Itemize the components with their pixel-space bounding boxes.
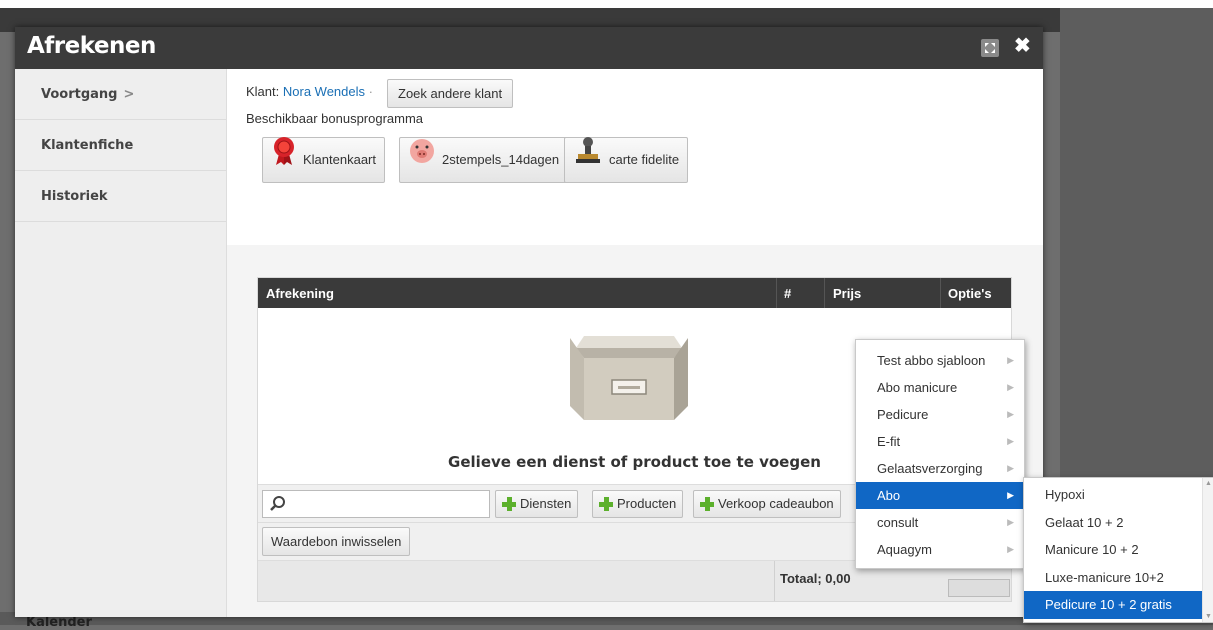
sidebar-item-label: Historiek <box>41 189 108 204</box>
submenu-item[interactable]: Gelaat 10 + 2 <box>1024 509 1213 537</box>
bonus-program-label: Beschikbaar bonusprogramma <box>246 111 424 126</box>
verkoop-cadeaubon-label: Verkoop cadeaubon <box>718 496 834 511</box>
client-name-link[interactable]: Nora Wendels <box>283 84 365 99</box>
scroll-down-icon[interactable]: ▼ <box>1205 613 1212 620</box>
bonus-button-2stempels[interactable]: 2stempels_14dagen <box>399 137 569 183</box>
menu-item[interactable]: Abo manicure ▶ <box>856 374 1024 401</box>
piggy-bank-icon <box>408 137 436 183</box>
producten-label: Producten <box>617 496 677 511</box>
producten-button[interactable]: Producten <box>592 490 684 518</box>
caret-right-icon: ▶ <box>1007 544 1014 554</box>
client-separator: · <box>368 84 373 99</box>
plus-icon <box>502 497 516 511</box>
total-options-button[interactable] <box>948 579 1010 597</box>
caret-right-icon: ▶ <box>1007 517 1014 527</box>
modal-titlebar: Afrekenen ✖ <box>15 27 1043 69</box>
column-header-afrekening: Afrekening <box>266 286 334 301</box>
menu-item-label: E-fit <box>877 434 901 449</box>
expand-icon[interactable] <box>981 39 999 57</box>
bonus-button-klantenkaart[interactable]: Klantenkaart <box>262 137 385 183</box>
menu-item[interactable]: consult ▶ <box>856 509 1024 536</box>
bonus-button-carte-fidelite[interactable]: carte fidelite <box>564 136 689 184</box>
stamp-icon <box>573 136 603 184</box>
menu-item-label: Abo <box>877 488 901 503</box>
menu-item[interactable]: E-fit ▶ <box>856 428 1024 455</box>
red-rosette-icon <box>271 136 297 184</box>
service-category-menu: Test abbo sjabloon ▶ Abo manicure ▶ Pedicu… <box>855 339 1025 569</box>
bonus-button-label: 2stempels_14dagen <box>442 152 560 167</box>
caret-right-icon: ▶ <box>1007 355 1014 365</box>
empty-drawer-icon <box>570 328 688 431</box>
search-icon <box>269 495 287 516</box>
background-top <box>0 0 1213 8</box>
menu-item-label: Abo manicure <box>877 380 958 395</box>
submenu-item[interactable]: Luxe-manicure 10+2 <box>1024 564 1213 592</box>
menu-item-selected[interactable]: Abo ▶ <box>856 482 1024 509</box>
caret-right-icon: ▶ <box>1007 409 1014 419</box>
modal-title: Afrekenen <box>27 33 156 59</box>
client-line: Klant: Nora Wendels · <box>246 84 373 99</box>
redeem-voucher-button[interactable]: Waardebon inwisselen <box>262 527 411 556</box>
diensten-button[interactable]: Diensten <box>495 490 579 518</box>
table-header: Afrekening # Prijs Optie's <box>258 278 1011 308</box>
client-prefix: Klant: <box>246 84 280 99</box>
menu-item-label: Pedicure <box>877 407 929 422</box>
diensten-label: Diensten <box>520 496 572 511</box>
menu-item-label: consult <box>877 515 919 530</box>
bonus-button-label: carte fidelite <box>609 152 680 167</box>
abo-submenu: Hypoxi Gelaat 10 + 2 Manicure 10 + 2 Lux… <box>1023 477 1213 623</box>
sidebar-item-label: Voortgang <box>41 87 118 102</box>
plus-icon <box>700 497 714 511</box>
menu-item[interactable]: Pedicure ▶ <box>856 401 1024 428</box>
caret-right-icon: ▶ <box>1007 382 1014 392</box>
search-input[interactable] <box>262 490 490 518</box>
bonus-button-label: Klantenkaart <box>303 152 376 167</box>
menu-item[interactable]: Gelaatsverzorging ▶ <box>856 455 1024 482</box>
plus-icon <box>599 497 613 511</box>
menu-item-label: Test abbo sjabloon <box>877 353 986 368</box>
client-panel: Klant: Nora Wendels · Zoek andere klant … <box>227 69 1043 245</box>
submenu-item-selected[interactable]: Pedicure 10 + 2 gratis <box>1024 591 1213 619</box>
caret-right-icon: ▶ <box>1007 463 1014 473</box>
caret-right-icon: ▶ <box>1007 490 1014 500</box>
background-calendar-label: Kalender <box>26 615 92 630</box>
column-header-opties: Optie's <box>948 286 992 301</box>
menu-item-label: Aquagym <box>877 542 932 557</box>
sidebar-item-label: Klantenfiche <box>41 138 134 153</box>
sidebar-item-voortgang[interactable]: Voortgang > <box>15 69 226 120</box>
menu-item-label: Gelaatsverzorging <box>877 461 983 476</box>
verkoop-cadeaubon-button[interactable]: Verkoop cadeaubon <box>693 490 841 518</box>
menu-item[interactable]: Test abbo sjabloon ▶ <box>856 347 1024 374</box>
chevron-right-icon: > <box>123 87 135 102</box>
sidebar-item-historiek[interactable]: Historiek <box>15 171 226 222</box>
total-amount: Totaal; 0,00 <box>780 571 851 586</box>
close-icon[interactable]: ✖ <box>1014 36 1031 56</box>
column-header-count: # <box>784 286 792 301</box>
menu-item[interactable]: Aquagym ▶ <box>856 536 1024 563</box>
caret-right-icon: ▶ <box>1007 436 1014 446</box>
scroll-up-icon[interactable]: ▲ <box>1205 480 1212 487</box>
sidebar-item-klantenfiche[interactable]: Klantenfiche <box>15 120 226 171</box>
sidebar: Voortgang > Klantenfiche Historiek <box>15 69 227 617</box>
search-other-client-button[interactable]: Zoek andere klant <box>387 79 514 108</box>
submenu-item[interactable]: Hypoxi <box>1024 481 1213 509</box>
submenu-item[interactable]: Manicure 10 + 2 <box>1024 536 1213 564</box>
column-header-prijs: Prijs <box>833 286 862 301</box>
submenu-scrollbar[interactable]: ▲ ▼ <box>1202 478 1213 622</box>
